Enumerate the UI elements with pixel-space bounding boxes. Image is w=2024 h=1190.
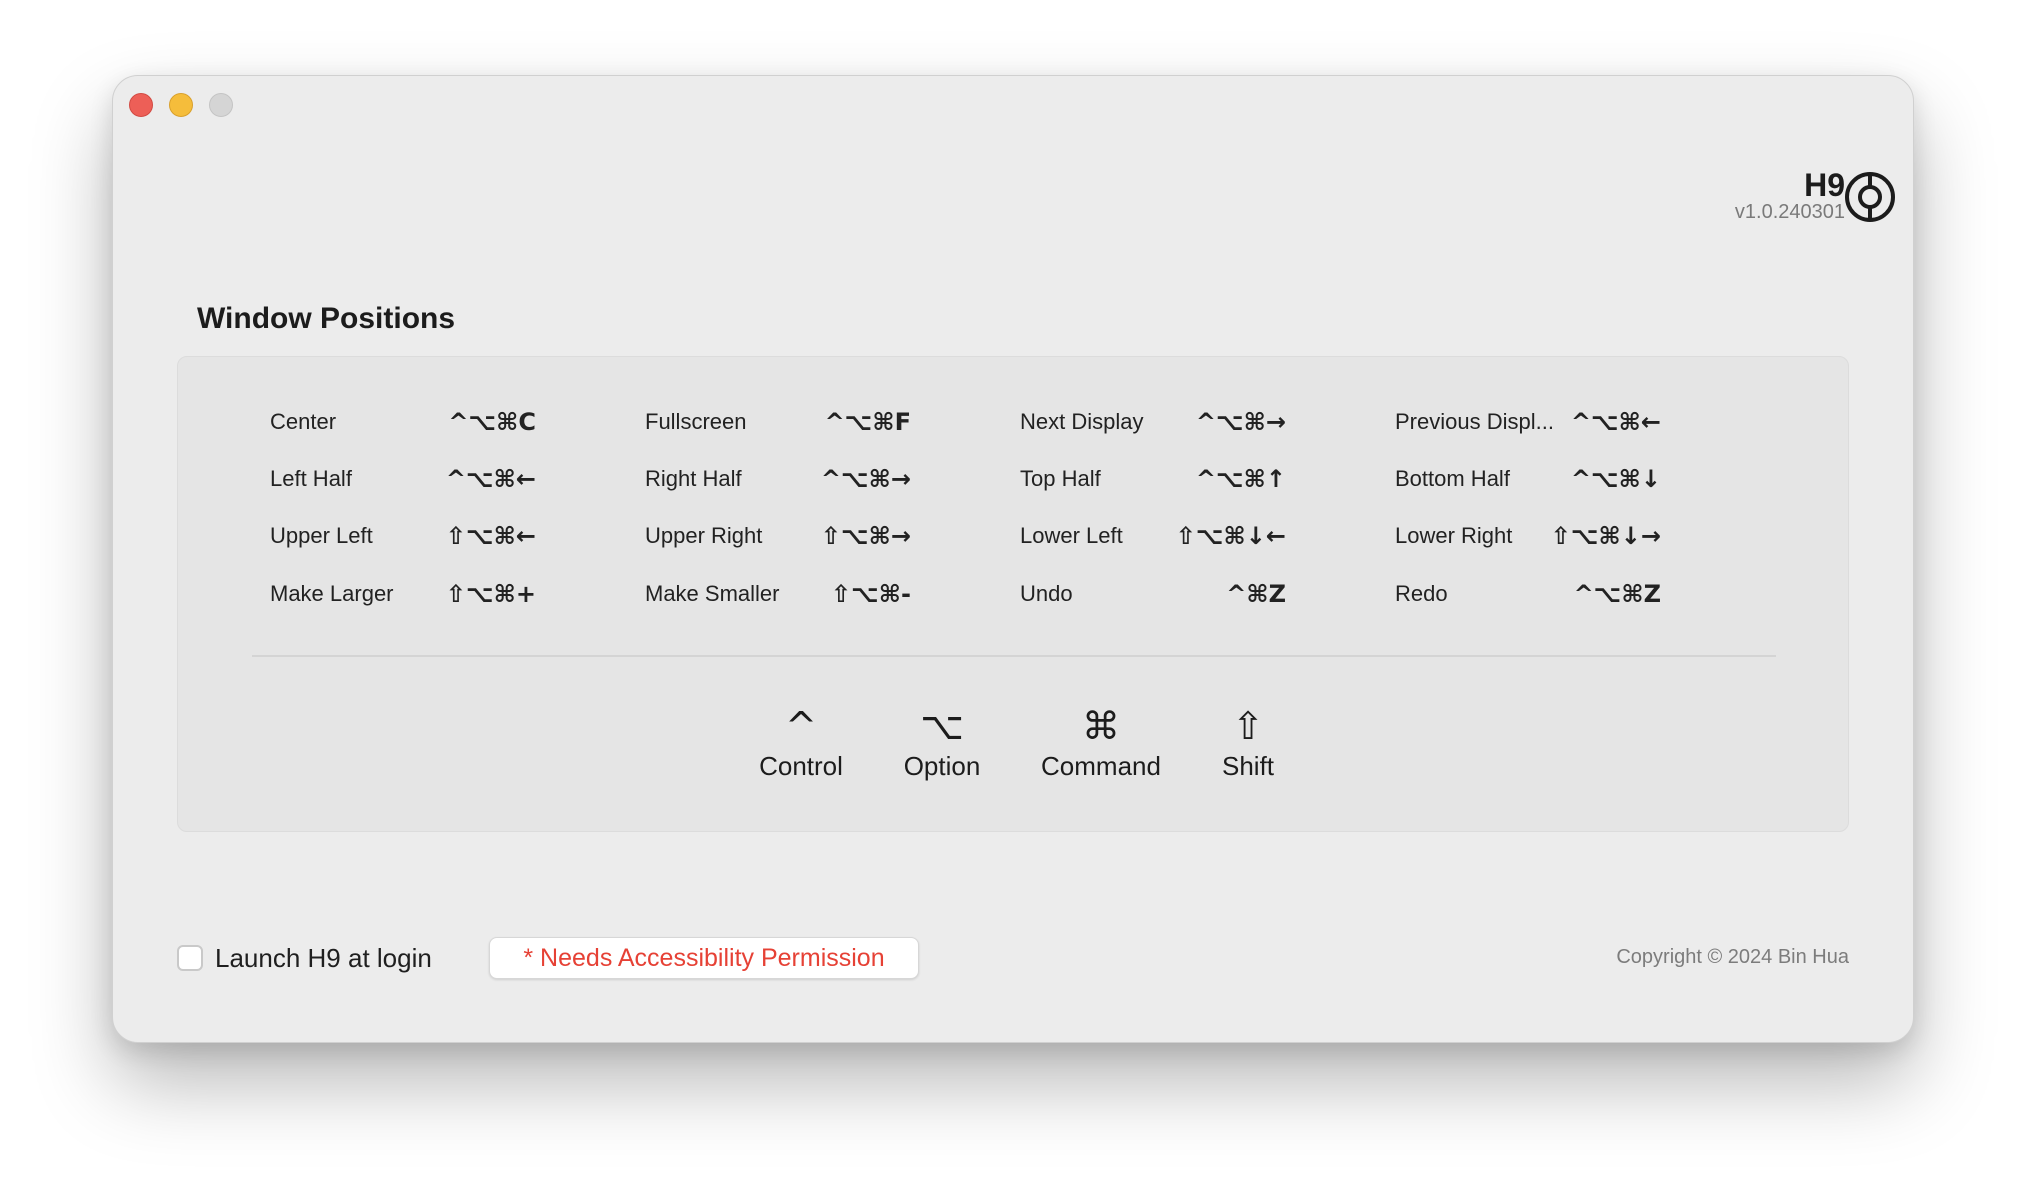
- shortcut-label: Upper Left: [270, 523, 373, 548]
- shortcut-bottom-half: Bottom Half ^⌥⌘↓: [1395, 459, 1770, 499]
- shortcut-left-half: Left Half ^⌥⌘←: [270, 459, 645, 499]
- zoom-button[interactable]: [209, 93, 233, 117]
- shortcut-row: Center ^⌥⌘C Fullscreen ^⌥⌘F Next Display…: [270, 402, 1770, 442]
- minimize-button[interactable]: [169, 93, 193, 117]
- shortcut-label: Lower Right: [1395, 523, 1513, 548]
- shift-symbol: ⇧: [1232, 704, 1264, 748]
- shortcut-make-smaller: Make Smaller ⇧⌥⌘-: [645, 574, 1020, 614]
- shortcut-label: Upper Right: [645, 523, 763, 548]
- shortcut-lower-left: Lower Left ⇧⌥⌘↓←: [1020, 516, 1395, 556]
- shortcut-label: Lower Left: [1020, 523, 1123, 548]
- shortcut-keys: ⇧⌥⌘+: [445, 580, 536, 608]
- shortcut-row: Left Half ^⌥⌘← Right Half ^⌥⌘→ Top Half …: [270, 459, 1770, 499]
- shortcut-label: Right Half: [645, 466, 742, 491]
- shortcut-label: Bottom Half: [1395, 466, 1510, 491]
- shortcut-label: Make Larger: [270, 581, 394, 606]
- shortcut-label: Undo: [1020, 581, 1073, 606]
- app-name: H9: [1804, 167, 1845, 203]
- shortcut-keys: ^⌥⌘F: [824, 408, 911, 436]
- shortcut-center: Center ^⌥⌘C: [270, 402, 645, 442]
- shortcut-keys: ^⌥⌘↑: [1195, 465, 1286, 493]
- shortcut-next-display: Next Display ^⌥⌘→: [1020, 402, 1395, 442]
- modifier-control: ^ Control: [759, 705, 843, 783]
- modifier-name: Command: [1041, 751, 1161, 781]
- shortcut-upper-right: Upper Right ⇧⌥⌘→: [645, 516, 1020, 556]
- shortcut-previous-display: Previous Displ... ^⌥⌘←: [1395, 402, 1770, 442]
- modifier-name: Shift: [1221, 751, 1275, 781]
- shortcut-fullscreen: Fullscreen ^⌥⌘F: [645, 402, 1020, 442]
- shortcut-keys: ^⌥⌘←: [1570, 408, 1661, 436]
- app-version: v1.0.240301: [1734, 201, 1845, 223]
- target-icon: [1845, 172, 1895, 222]
- shortcut-keys: ⇧⌥⌘↓←: [1175, 522, 1286, 550]
- launch-at-login-label[interactable]: Launch H9 at login: [215, 943, 432, 974]
- shortcut-keys: ^⌥⌘←: [445, 465, 536, 493]
- launch-at-login-checkbox[interactable]: [177, 945, 203, 971]
- shortcut-keys: ⇧⌥⌘←: [445, 522, 536, 550]
- shortcut-keys: ⇧⌥⌘-: [831, 580, 911, 608]
- shortcut-label: Previous Displ...: [1395, 409, 1554, 434]
- section-title: Window Positions: [197, 302, 456, 335]
- shortcut-keys: ^⌥⌘C: [448, 408, 536, 436]
- shortcut-keys: ^⌘Z: [1226, 580, 1286, 608]
- modifier-name: Option: [903, 751, 981, 781]
- shortcut-redo: Redo ^⌥⌘Z: [1395, 574, 1770, 614]
- shortcut-label: Redo: [1395, 581, 1448, 606]
- modifier-command: ⌘ Command: [1041, 705, 1161, 783]
- option-symbol: ⌥: [920, 704, 964, 748]
- shortcut-keys: ^⌥⌘→: [1195, 408, 1286, 436]
- app-brand: H9 v1.0.240301: [1735, 169, 1845, 223]
- shortcut-label: Top Half: [1020, 466, 1101, 491]
- control-symbol: ^: [785, 704, 817, 748]
- shortcut-undo: Undo ^⌘Z: [1020, 574, 1395, 614]
- modifier-name: Control: [759, 751, 843, 781]
- shortcut-lower-right: Lower Right ⇧⌥⌘↓→: [1395, 516, 1770, 556]
- copyright: Copyright © 2024 Bin Hua: [1616, 946, 1849, 968]
- shortcut-make-larger: Make Larger ⇧⌥⌘+: [270, 574, 645, 614]
- shortcut-row: Upper Left ⇧⌥⌘← Upper Right ⇧⌥⌘→ Lower L…: [270, 516, 1770, 556]
- shortcut-right-half: Right Half ^⌥⌘→: [645, 459, 1020, 499]
- launch-at-login[interactable]: Launch H9 at login: [177, 942, 432, 974]
- shortcut-label: Next Display: [1020, 409, 1144, 434]
- shortcut-keys: ⇧⌥⌘→: [820, 522, 911, 550]
- modifier-shift: ⇧ Shift: [1222, 705, 1274, 783]
- shortcut-label: Left Half: [270, 466, 352, 491]
- shortcut-panel: Center ^⌥⌘C Fullscreen ^⌥⌘F Next Display…: [177, 356, 1849, 832]
- shortcut-keys: ⇧⌥⌘↓→: [1550, 522, 1661, 550]
- shortcut-top-half: Top Half ^⌥⌘↑: [1020, 459, 1395, 499]
- accessibility-permission-button[interactable]: * Needs Accessibility Permission: [489, 937, 919, 979]
- command-symbol: ⌘: [1082, 704, 1120, 748]
- divider: [252, 655, 1776, 657]
- modifier-option: ⌥ Option: [904, 705, 981, 783]
- app-window: H9 v1.0.240301 Window Positions Center ^…: [112, 75, 1914, 1043]
- shortcut-label: Fullscreen: [645, 409, 747, 434]
- shortcut-upper-left: Upper Left ⇧⌥⌘←: [270, 516, 645, 556]
- shortcut-keys: ^⌥⌘→: [820, 465, 911, 493]
- shortcut-label: Make Smaller: [645, 581, 780, 606]
- close-button[interactable]: [129, 93, 153, 117]
- shortcut-row: Make Larger ⇧⌥⌘+ Make Smaller ⇧⌥⌘- Undo …: [270, 574, 1770, 614]
- shortcut-keys: ^⌥⌘↓: [1570, 465, 1661, 493]
- shortcut-keys: ^⌥⌘Z: [1573, 580, 1661, 608]
- shortcut-label: Center: [270, 409, 337, 434]
